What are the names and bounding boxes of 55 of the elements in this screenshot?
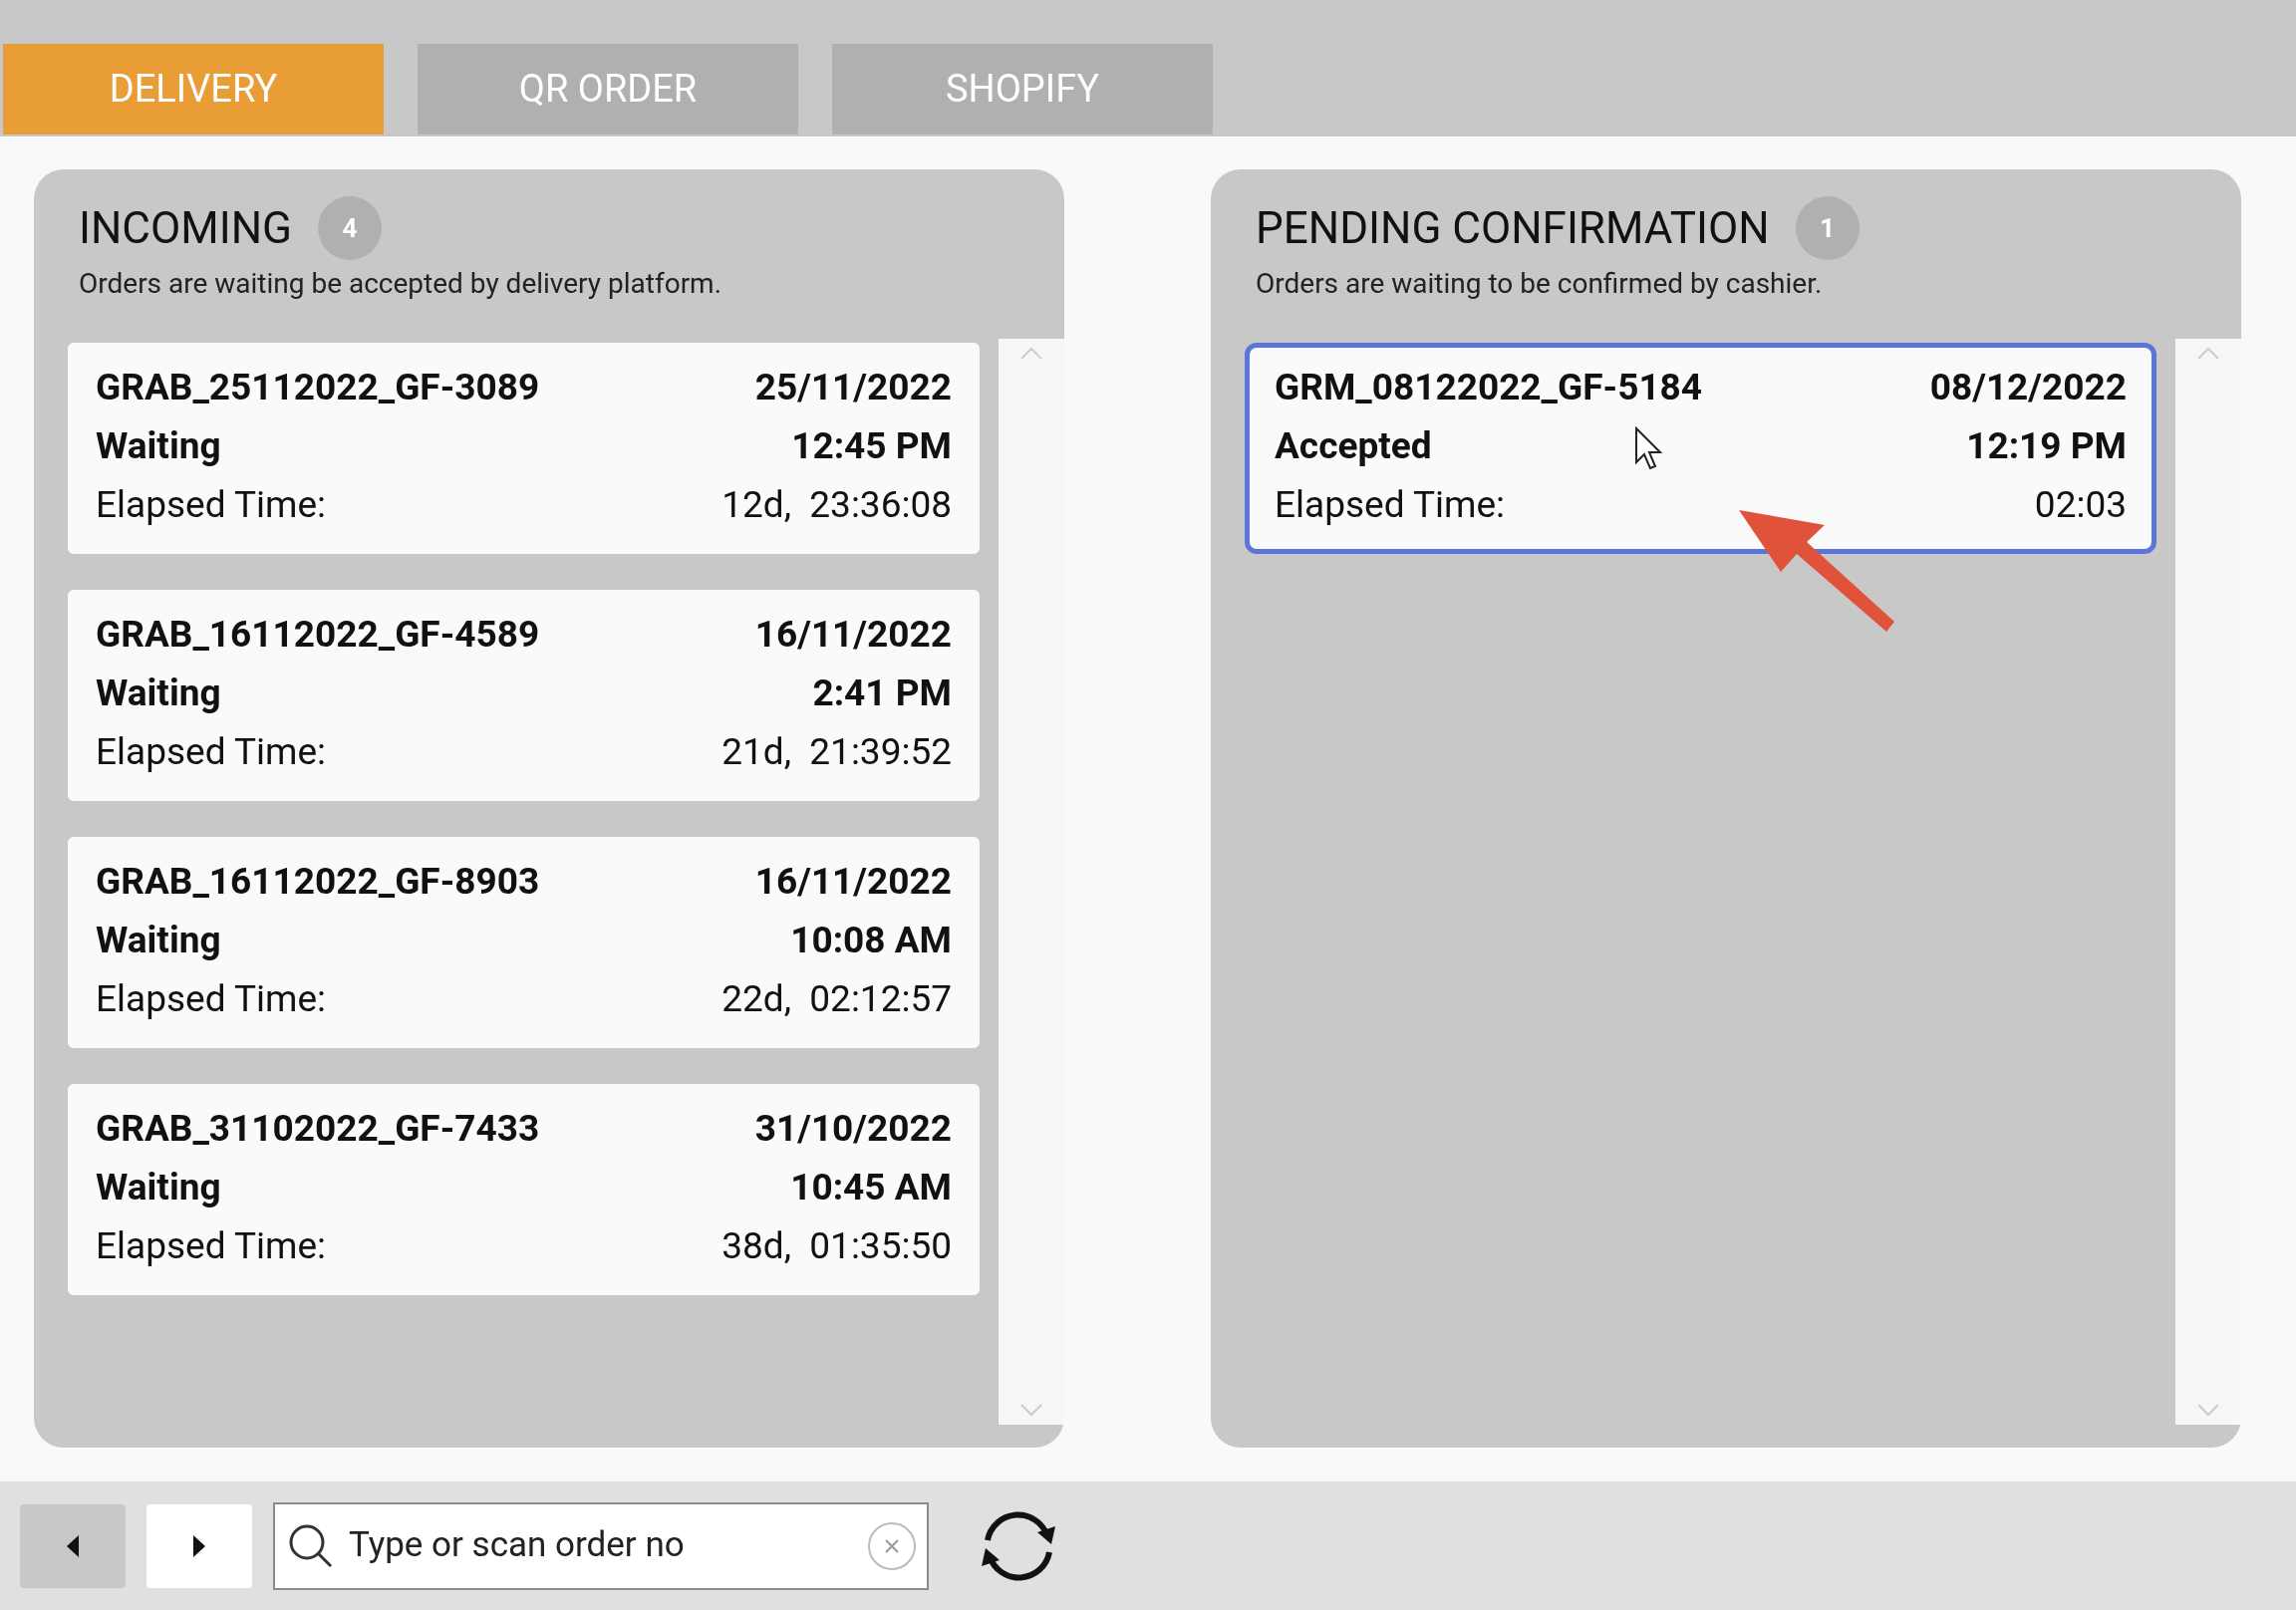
- panel-subtitle: Orders are waiting be accepted by delivery platform.: [79, 266, 723, 302]
- order-id: GRAB_25112022_GF-3089: [96, 365, 540, 409]
- panel-title: INCOMING: [79, 201, 292, 256]
- order-status: Waiting: [96, 423, 221, 468]
- order-status: Waiting: [96, 1165, 221, 1209]
- elapsed-label: Elapsed Time:: [96, 482, 327, 527]
- order-card[interactable]: GRM_08122022_GF-5184 08/12/2022 Accepted 12:19 PM Elapsed Time: 02:03: [1245, 343, 2156, 554]
- elapsed-time: 22d, 02:12:57: [721, 976, 952, 1021]
- order-card[interactable]: GRAB_31102022_GF-7433 31/10/2022 Waiting 10:45 AM Elapsed Time: 38d, 01:35:50: [68, 1084, 980, 1295]
- order-id: GRAB_16112022_GF-4589: [96, 612, 540, 657]
- order-date: 08/12/2022: [1929, 365, 2127, 409]
- order-id: GRAB_31102022_GF-7433: [96, 1106, 540, 1151]
- order-date: 25/11/2022: [754, 365, 952, 409]
- elapsed-label: Elapsed Time:: [96, 729, 327, 774]
- clear-icon[interactable]: [867, 1520, 917, 1571]
- left-triangle-icon: [66, 1533, 80, 1558]
- count-badge: 4: [318, 196, 382, 260]
- elapsed-label: Elapsed Time:: [1275, 482, 1506, 527]
- elapsed-time: 12d, 23:36:08: [721, 482, 952, 527]
- right-triangle-icon: [192, 1533, 206, 1558]
- elapsed-label: Elapsed Time:: [96, 1223, 327, 1268]
- order-time: 10:45 AM: [790, 1165, 952, 1209]
- order-id: GRM_08122022_GF-5184: [1275, 365, 1703, 409]
- order-card[interactable]: GRAB_25112022_GF-3089 25/11/2022 Waiting 12:45 PM Elapsed Time: 12d, 23:36:08: [68, 343, 980, 554]
- scroll-up-icon[interactable]: [1019, 347, 1043, 361]
- scroll-down-icon[interactable]: [2196, 1403, 2220, 1417]
- order-card[interactable]: GRAB_16112022_GF-4589 16/11/2022 Waiting 2:41 PM Elapsed Time: 21d, 21:39:52: [68, 590, 980, 801]
- order-date: 16/11/2022: [754, 612, 952, 657]
- order-time: 12:45 PM: [791, 423, 952, 468]
- order-card[interactable]: GRAB_16112022_GF-8903 16/11/2022 Waiting 10:08 AM Elapsed Time: 22d, 02:12:57: [68, 837, 980, 1048]
- scrollbar[interactable]: [2175, 339, 2241, 1425]
- scrollbar[interactable]: [999, 339, 1064, 1425]
- elapsed-time: 02:03: [2034, 482, 2127, 527]
- order-time: 12:19 PM: [1966, 423, 2127, 468]
- next-button[interactable]: [146, 1503, 252, 1588]
- order-status: Waiting: [96, 671, 221, 715]
- mouse-cursor-icon: [1634, 426, 1664, 470]
- count-badge: 1: [1795, 196, 1860, 260]
- order-time: 2:41 PM: [812, 671, 952, 715]
- search-field[interactable]: Type or scan order no: [273, 1501, 929, 1590]
- elapsed-label: Elapsed Time:: [96, 976, 327, 1021]
- panel-subtitle: Orders are waiting to be confirmed by cashier.: [1256, 266, 1824, 302]
- previous-button[interactable]: [20, 1503, 126, 1588]
- elapsed-time: 38d, 01:35:50: [721, 1223, 952, 1268]
- search-input[interactable]: Type or scan order no: [349, 1519, 853, 1572]
- order-date: 31/10/2022: [754, 1106, 952, 1151]
- scroll-up-icon[interactable]: [2196, 347, 2220, 361]
- order-status: Accepted: [1275, 423, 1432, 468]
- elapsed-time: 21d, 21:39:52: [721, 729, 952, 774]
- panel-title: PENDING CONFIRMATION: [1256, 201, 1770, 256]
- order-status: Waiting: [96, 918, 221, 962]
- order-time: 10:08 AM: [790, 918, 952, 962]
- order-id: GRAB_16112022_GF-8903: [96, 859, 540, 904]
- order-date: 16/11/2022: [754, 859, 952, 904]
- scroll-down-icon[interactable]: [1019, 1403, 1043, 1417]
